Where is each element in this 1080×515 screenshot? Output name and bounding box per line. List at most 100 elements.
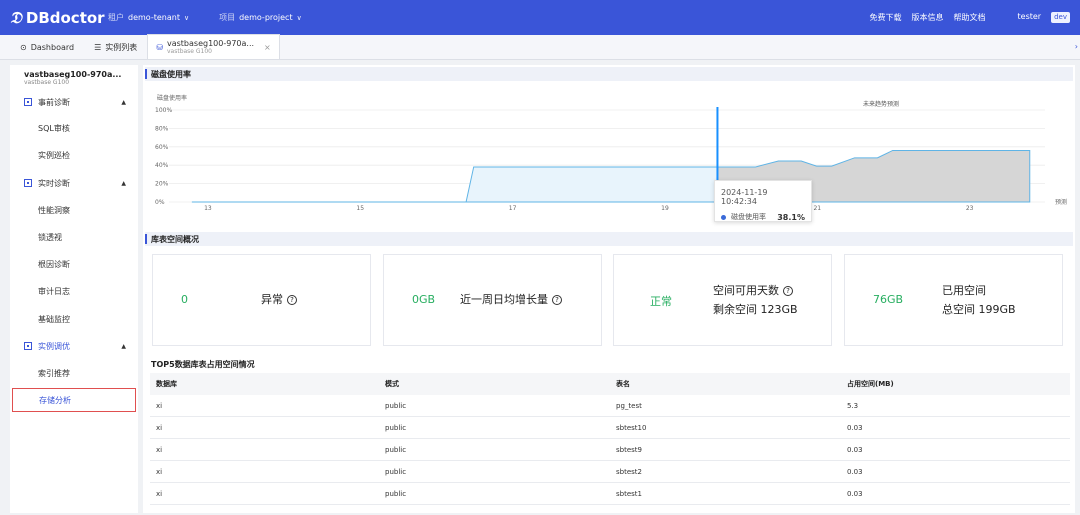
card-value: 0GB	[412, 293, 436, 306]
chart-x-end-label: 预测	[1055, 198, 1067, 206]
cell-database: xi	[156, 467, 163, 476]
forecast-label: 未来趋势预测	[863, 100, 899, 108]
grid-icon	[24, 179, 32, 187]
sidebar-group-pre-diagnosis[interactable]: 事前诊断 ▲	[10, 96, 138, 108]
tab-instance-title: vastbaseg100-970a...	[166, 38, 255, 48]
sidebar-item-inspection[interactable]: 实例巡检	[12, 143, 136, 167]
cell-schema: public	[385, 467, 407, 476]
tooltip-series-name: 磁盘使用率	[731, 213, 766, 221]
project-label: 项目	[219, 13, 236, 22]
sidebar-instance-name: vastbaseg100-970a...	[24, 70, 122, 79]
sidebar-instance-type: vastbase G100	[24, 79, 70, 86]
dbdoctor-logo[interactable]: 𝔇 DBdoctor	[10, 8, 108, 28]
tab-instance-vastbase[interactable]: ⛁ vastbaseg100-970a... vastbase G100 ×	[147, 34, 280, 59]
card-value: 正常	[650, 295, 672, 308]
help-icon[interactable]: ?	[783, 286, 793, 296]
y-tick-label: 20%	[155, 181, 169, 188]
card-weekly-growth: 0GB 近一周日均增长量?	[383, 254, 602, 346]
sidebar-item-index-recommend[interactable]: 索引推荐	[12, 361, 136, 385]
tooltip-timestamp: 2024-11-19 10:42:34	[721, 188, 768, 206]
chevron-up-icon: ▲	[121, 342, 126, 350]
sidebar-item-root-cause[interactable]: 根因诊断	[12, 252, 136, 276]
sidebar-item-audit-log[interactable]: 审计日志	[12, 279, 136, 303]
table-row: xi public sbtest1 0.03	[150, 483, 1070, 505]
header-links: 免费下载 版本信息 帮助文档 tester dev	[860, 0, 1070, 35]
col-space-mb: 占用空间(MB)	[847, 380, 894, 388]
table-row: xi public sbtest10 0.03	[150, 417, 1070, 439]
tenant-selector[interactable]: 租户 demo-tenant ∨	[108, 12, 189, 23]
x-tick-label: 17	[509, 205, 517, 212]
chart-x-ticks: 13 15 17 19 21 23	[204, 205, 974, 212]
table-header: 数据库 模式 表名 占用空间(MB)	[150, 373, 1070, 395]
tab-dashboard[interactable]: ⊙ Dashboard	[10, 35, 84, 59]
cell-table-name: sbtest2	[616, 467, 642, 476]
help-docs-link[interactable]: 帮助文档	[954, 12, 986, 23]
col-database: 数据库	[156, 380, 177, 388]
database-icon: ⛁	[156, 42, 163, 52]
list-icon: ☰	[94, 42, 102, 52]
disk-usage-section-title: 磁盘使用率	[145, 67, 1073, 81]
table-row: xi public sbtest9 0.03	[150, 439, 1070, 461]
sidebar-item-label: 锁透视	[38, 232, 62, 242]
top5-title: TOP5数据库表占用空间情况	[151, 360, 255, 369]
cell-space: 0.03	[847, 467, 863, 476]
user-menu[interactable]: tester dev	[1008, 12, 1070, 23]
cell-space: 0.03	[847, 445, 863, 454]
tenant-label: 租户	[108, 13, 124, 22]
sidebar-item-performance[interactable]: 性能洞察	[12, 198, 136, 222]
sidebar-item-storage-analysis[interactable]: 存储分析	[12, 388, 136, 412]
sidebar-item-label: 存储分析	[39, 395, 71, 405]
card-label-text: 异常	[261, 293, 283, 306]
user-name: tester	[1017, 12, 1042, 21]
chevron-up-icon: ▲	[121, 179, 126, 187]
project-selector[interactable]: 项目 demo-project ∨	[219, 12, 302, 23]
card-sublabel: 总空间 199GB	[942, 303, 1016, 316]
help-icon[interactable]: ?	[287, 295, 297, 305]
card-label-text: 近一周日均增长量	[460, 293, 548, 306]
card-sublabel: 剩余空间 123GB	[713, 303, 798, 316]
tab-instance-list[interactable]: ☰ 实例列表	[84, 35, 147, 59]
card-value: 0	[181, 293, 188, 306]
card-label: 空间可用天数?	[713, 282, 793, 298]
y-tick-label: 0%	[155, 199, 165, 206]
disk-usage-chart: 100% 80% 60% 40% 20% 0% 13 15 17 19 21 23 磁盘使用率 未来…	[155, 94, 1067, 212]
card-label: 近一周日均增长量?	[460, 291, 562, 307]
sidebar-item-label: 基础监控	[38, 314, 70, 324]
cell-database: xi	[156, 401, 163, 410]
sidebar-group-label: 事前诊断	[38, 97, 70, 107]
tooltip-value: 38.1%	[777, 212, 805, 222]
sidebar-item-sql-audit[interactable]: SQL审核	[12, 116, 136, 140]
top5-table: 数据库 模式 表名 占用空间(MB) xi public pg_test 5.3…	[150, 373, 1070, 505]
cell-space: 0.03	[847, 423, 863, 432]
sidebar-group-realtime[interactable]: 实时诊断 ▲	[10, 177, 138, 189]
y-tick-label: 40%	[155, 162, 169, 169]
series-dot	[721, 214, 726, 220]
cell-database: xi	[156, 489, 163, 498]
tab-bar: ⊙ Dashboard ☰ 实例列表 ⛁ vastbaseg100-970a..…	[0, 34, 1080, 60]
dashboard-icon: ⊙	[20, 42, 27, 52]
sidebar-group-label: 实时诊断	[38, 178, 70, 188]
y-tick-label: 60%	[155, 144, 169, 151]
sidebar-item-label: 实例巡检	[38, 150, 70, 160]
table-row: xi public pg_test 5.3	[150, 395, 1070, 417]
chevron-down-icon: ∨	[296, 13, 302, 22]
sidebar-item-label: 性能洞察	[38, 205, 70, 215]
close-icon[interactable]: ×	[264, 43, 271, 52]
version-info-link[interactable]: 版本信息	[912, 12, 944, 23]
sidebar-item-basic-monitor[interactable]: 基础监控	[12, 307, 136, 331]
main-panel: 磁盘使用率 100% 80% 60% 40% 20% 0% 13 15 17 19 21 23 磁盘…	[143, 65, 1075, 513]
y-tick-label: 100%	[155, 107, 172, 114]
help-icon[interactable]: ?	[552, 295, 562, 305]
cell-schema: public	[385, 489, 407, 498]
sidebar-item-lock[interactable]: 锁透视	[12, 225, 136, 249]
expand-icon[interactable]: ›	[1075, 42, 1078, 51]
sidebar-group-tuning[interactable]: 实例调优 ▲	[10, 340, 138, 352]
chart-y-axis-label: 磁盘使用率	[157, 94, 187, 102]
table-row: xi public sbtest2 0.03	[150, 461, 1070, 483]
cell-table-name: sbtest1	[616, 489, 642, 498]
free-download-link[interactable]: 免费下载	[870, 12, 902, 23]
x-tick-label: 19	[661, 205, 669, 212]
col-table-name: 表名	[616, 380, 630, 388]
cell-table-name: sbtest9	[616, 445, 642, 454]
card-used-space: 76GB 已用空间 总空间 199GB	[844, 254, 1063, 346]
